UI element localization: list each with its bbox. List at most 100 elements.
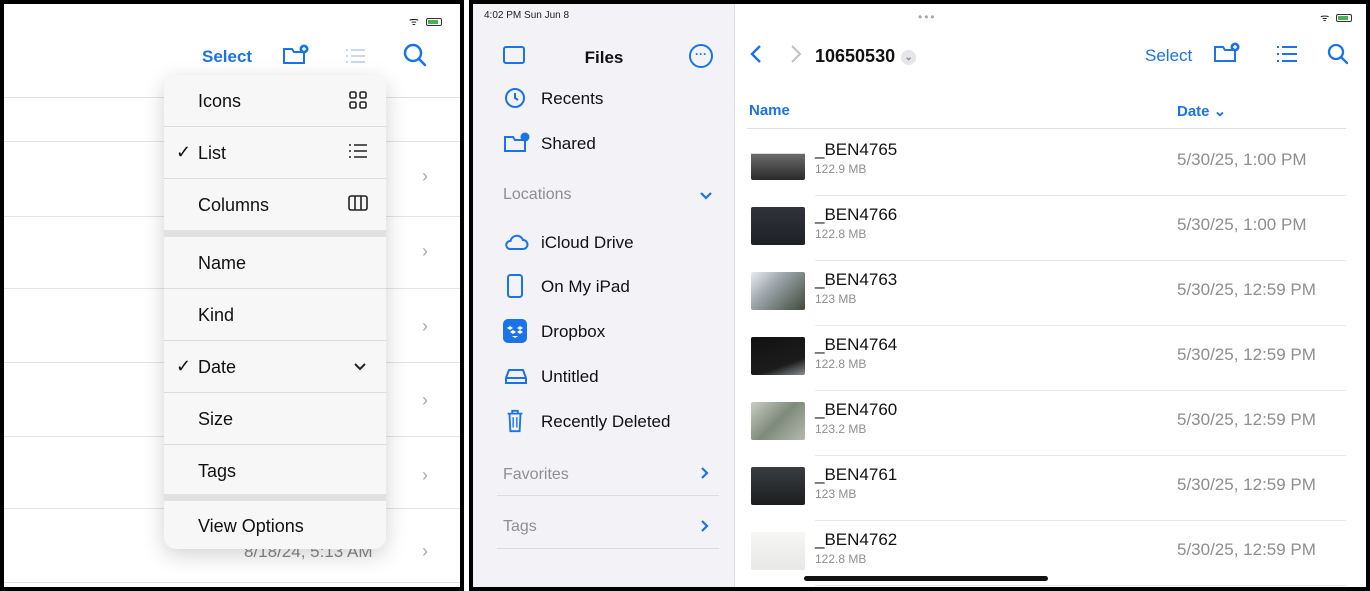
- list-view-icon[interactable]: [1276, 44, 1298, 64]
- new-folder-icon[interactable]: [1213, 42, 1241, 64]
- file-thumbnail: [751, 272, 805, 310]
- divider: [497, 495, 719, 496]
- file-size: 122.8 MB: [815, 357, 867, 371]
- shared-folder-icon: [504, 132, 530, 152]
- divider: [4, 582, 460, 583]
- folder-title[interactable]: 10650530 ⌄: [815, 46, 917, 67]
- right-panel: 4:02 PM Sun Jun 8 Files ··· Recents Shar…: [469, 0, 1370, 591]
- file-row[interactable]: _BEN4764 122.8 MB 5/30/25, 12:59 PM: [735, 325, 1366, 391]
- tags-header[interactable]: Tags: [503, 518, 537, 536]
- search-icon[interactable]: [1326, 42, 1350, 66]
- file-name: _BEN4766: [815, 205, 898, 224]
- column-header-date[interactable]: Date ⌄: [1177, 102, 1226, 120]
- menu-group-gap: [164, 230, 386, 237]
- divider: [497, 548, 719, 549]
- favorites-header[interactable]: Favorites: [503, 466, 569, 484]
- menu-item-label: View Options: [198, 516, 304, 536]
- folder-title-text: 10650530: [815, 46, 896, 66]
- wifi-icon: ᯤ: [1320, 13, 1332, 24]
- sidebar-item-label: Shared: [541, 134, 596, 153]
- chevron-right-icon[interactable]: [699, 519, 711, 533]
- file-row[interactable]: _BEN4763 123 MB 5/30/25, 12:59 PM: [735, 260, 1366, 326]
- file-date: 5/30/25, 12:59 PM: [1177, 410, 1316, 429]
- menu-item-label: Tags: [198, 461, 237, 481]
- chevron-down-icon: [354, 363, 366, 371]
- file-thumbnail: [751, 337, 805, 375]
- view-options-menu: Icons ✓ List Columns Name Kind ✓ Date Si…: [164, 75, 386, 549]
- file-date: 5/30/25, 12:59 PM: [1177, 475, 1316, 494]
- chevron-down-icon: ⌄: [901, 50, 917, 65]
- sidebar-item-label: Recently Deleted: [541, 412, 671, 431]
- list-icon: [349, 144, 367, 158]
- sidebar-item-label: Untitled: [541, 367, 599, 386]
- left-toolbar: Select: [4, 39, 460, 73]
- checkmark-icon: ✓: [176, 356, 192, 376]
- battery-icon: [1336, 14, 1352, 22]
- row-divider: [815, 585, 1346, 586]
- status-time: 4:02 PM Sun Jun 8: [484, 10, 570, 21]
- list-view-icon[interactable]: [343, 45, 367, 67]
- file-name: _BEN4764: [815, 335, 898, 354]
- menu-item-sort-date[interactable]: ✓ Date: [164, 341, 386, 392]
- menu-item-columns[interactable]: Columns: [164, 179, 386, 230]
- locations-header[interactable]: Locations: [503, 186, 572, 204]
- checkmark-icon: ✓: [176, 142, 192, 162]
- file-browser: ••• ᯤ 10650530 ⌄ Select Name Date ⌄ _BEN4…: [735, 4, 1366, 587]
- sidebar: 4:02 PM Sun Jun 8 Files ··· Recents Shar…: [473, 4, 735, 587]
- file-thumbnail: [751, 142, 805, 180]
- column-header-name[interactable]: Name: [749, 102, 790, 119]
- chevron-right-icon: ›: [422, 390, 428, 410]
- wifi-icon: ᯤ: [408, 16, 421, 28]
- chevron-right-icon: ›: [422, 465, 428, 485]
- menu-item-view-options[interactable]: View Options: [164, 501, 386, 549]
- menu-item-sort-size[interactable]: Size: [164, 393, 386, 444]
- chevron-right-icon: ›: [422, 316, 428, 336]
- multitask-dots-icon[interactable]: •••: [918, 10, 937, 24]
- status-bar-icons: ᯤ: [1320, 10, 1352, 24]
- columns-icon: [348, 195, 368, 211]
- menu-item-label: Size: [198, 409, 234, 429]
- file-row[interactable]: _BEN4760 123.2 MB 5/30/25, 12:59 PM: [735, 390, 1366, 456]
- menu-item-label: Columns: [198, 195, 270, 215]
- menu-item-sort-kind[interactable]: Kind: [164, 289, 386, 340]
- file-name: _BEN4765: [815, 140, 898, 159]
- sidebar-item-label: On My iPad: [541, 277, 630, 296]
- file-thumbnail: [751, 402, 805, 440]
- more-options-icon[interactable]: ···: [689, 44, 713, 68]
- clock-icon: [505, 88, 525, 108]
- menu-item-sort-tags[interactable]: Tags: [164, 445, 386, 496]
- file-row[interactable]: _BEN4761 123 MB 5/30/25, 12:59 PM: [735, 455, 1366, 521]
- file-name: _BEN4763: [815, 270, 898, 289]
- menu-item-label: Kind: [198, 305, 235, 325]
- forward-icon[interactable]: [789, 44, 803, 64]
- sidebar-item-label: iCloud Drive: [541, 233, 634, 252]
- left-panel: ᯤ Select M › PM › M › M › M › 8/18/24, 5…: [0, 0, 464, 591]
- chevron-right-icon: ›: [422, 241, 428, 261]
- back-icon[interactable]: [749, 44, 763, 64]
- file-date: 5/30/25, 12:59 PM: [1177, 540, 1316, 559]
- file-row[interactable]: _BEN4766 122.8 MB 5/30/25, 1:00 PM: [735, 195, 1366, 261]
- chevron-right-icon: ›: [422, 541, 428, 561]
- drive-icon: [505, 369, 527, 384]
- file-size: 122.8 MB: [815, 552, 867, 566]
- new-folder-icon[interactable]: [282, 44, 310, 66]
- battery-icon: [426, 18, 442, 26]
- file-row[interactable]: _BEN4765 122.9 MB 5/30/25, 1:00 PM: [735, 130, 1366, 196]
- menu-item-list[interactable]: ✓ List: [164, 127, 386, 178]
- chevron-right-icon[interactable]: [699, 466, 711, 480]
- select-button[interactable]: Select: [1145, 46, 1192, 66]
- select-button[interactable]: Select: [202, 47, 252, 67]
- file-size: 122.9 MB: [815, 162, 867, 176]
- trash-icon: [507, 409, 523, 433]
- file-size: 123 MB: [815, 487, 857, 501]
- menu-item-sort-name[interactable]: Name: [164, 237, 386, 288]
- search-icon[interactable]: [402, 42, 428, 68]
- menu-item-label: Name: [198, 253, 247, 273]
- home-indicator[interactable]: [804, 576, 1048, 581]
- dropbox-icon: [503, 319, 527, 343]
- menu-group-gap: [164, 494, 386, 501]
- menu-item-label: Icons: [198, 91, 242, 111]
- menu-item-icons[interactable]: Icons: [164, 75, 386, 126]
- chevron-down-icon[interactable]: [699, 190, 713, 202]
- grid-icon: [349, 91, 367, 109]
